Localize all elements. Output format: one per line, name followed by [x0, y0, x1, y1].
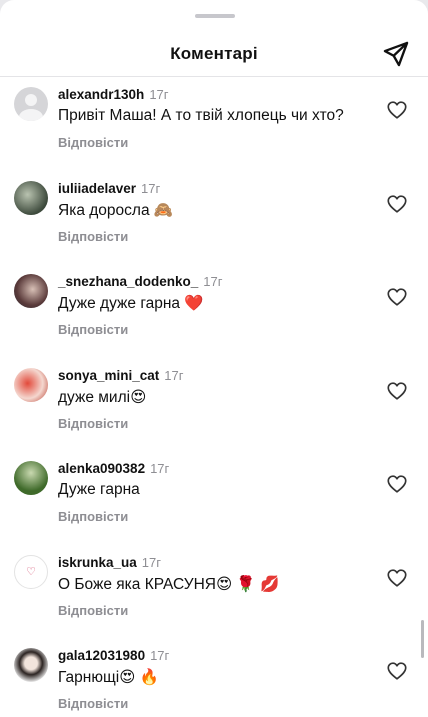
reply-button[interactable]: Відповісти — [58, 603, 128, 618]
comment-username[interactable]: sonya_mini_cat — [58, 368, 159, 383]
comment-text: Гарнющі😍 🔥 — [58, 669, 159, 686]
comments-header: Коментарі — [0, 30, 428, 77]
comment-username[interactable]: gala12031980 — [58, 648, 145, 663]
avatar-logo-icon: ♡ — [26, 564, 36, 578]
avatar[interactable]: ♡ — [14, 554, 48, 589]
avatar[interactable] — [14, 274, 48, 308]
send-icon[interactable] — [382, 40, 410, 68]
comment-time: 17г — [203, 274, 223, 289]
reply-button[interactable]: Відповісти — [58, 696, 128, 711]
comment-username[interactable]: alexandr130h — [58, 87, 144, 102]
comment-item: iuliiadelaver 17г Яка доросла 🙈 Відповіст… — [0, 171, 428, 265]
comment-item: ♡ iskrunka_ua 17г О Боже яка КРАСУНЯ😍 🌹 💋… — [0, 545, 428, 639]
heart-icon[interactable] — [386, 660, 408, 682]
comment-username[interactable]: alenka090382 — [58, 461, 145, 476]
comment-item: alexandr130h 17г Привіт Маша! А то твій х… — [0, 77, 428, 171]
comment-username[interactable]: iskrunka_ua — [58, 555, 137, 570]
comment-text: Дуже гарна — [58, 481, 140, 498]
comment-time: 17г — [141, 180, 161, 196]
comment-username[interactable]: iuliiadelaver — [58, 181, 136, 196]
comment-item: sonya_mini_cat 17г дуже милі😍 Відповісти — [0, 358, 428, 452]
comment-item: _snezhana_dodenko_ 17г Дуже дуже гарна ❤️… — [0, 264, 428, 358]
reply-button[interactable]: Відповісти — [58, 416, 128, 431]
avatar[interactable] — [14, 180, 48, 215]
comment-text: Яка доросла 🙈 — [58, 201, 174, 219]
reply-button[interactable]: Відповісти — [58, 229, 128, 244]
sheet-drag-handle[interactable] — [195, 14, 235, 18]
comment-time: 17г — [150, 648, 170, 663]
comment-username[interactable]: _snezhana_dodenko_ — [58, 274, 198, 289]
heart-icon[interactable] — [386, 473, 408, 495]
comment-time: 17г — [164, 367, 184, 383]
scrollbar[interactable] — [421, 620, 424, 658]
reply-button[interactable]: Відповісти — [58, 322, 128, 337]
avatar[interactable] — [14, 87, 48, 121]
heart-icon[interactable] — [386, 567, 408, 589]
comment-time: 17г — [141, 554, 161, 570]
comment-item: gala12031980 17г Гарнющі😍 🔥 Відповісти — [0, 638, 428, 717]
reply-button[interactable]: Відповісти — [58, 135, 128, 150]
avatar[interactable] — [14, 648, 48, 682]
comment-text: Привіт Маша! А то твій хлопець чи хто? — [58, 107, 344, 124]
heart-icon[interactable] — [386, 99, 408, 121]
comment-text: дуже милі😍 — [58, 388, 147, 406]
heart-icon[interactable] — [386, 286, 408, 308]
comment-time: 17г — [149, 87, 169, 102]
reply-button[interactable]: Відповісти — [58, 509, 128, 524]
comment-text: Дуже дуже гарна ❤️ — [58, 295, 204, 312]
page-title: Коментарі — [170, 44, 258, 63]
comments-list: alexandr130h 17г Привіт Маша! А то твій х… — [0, 77, 428, 717]
heart-icon[interactable] — [386, 380, 408, 402]
comment-item: alenka090382 17г Дуже гарна Відповісти — [0, 451, 428, 545]
comments-sheet: Коментарі alexandr130h 17г Привіт Маша! А… — [0, 0, 428, 717]
heart-icon[interactable] — [386, 193, 408, 215]
avatar[interactable] — [14, 367, 48, 402]
comment-time: 17г — [150, 461, 170, 476]
avatar[interactable] — [14, 461, 48, 495]
comment-text: О Боже яка КРАСУНЯ😍 🌹 💋 — [58, 575, 280, 593]
